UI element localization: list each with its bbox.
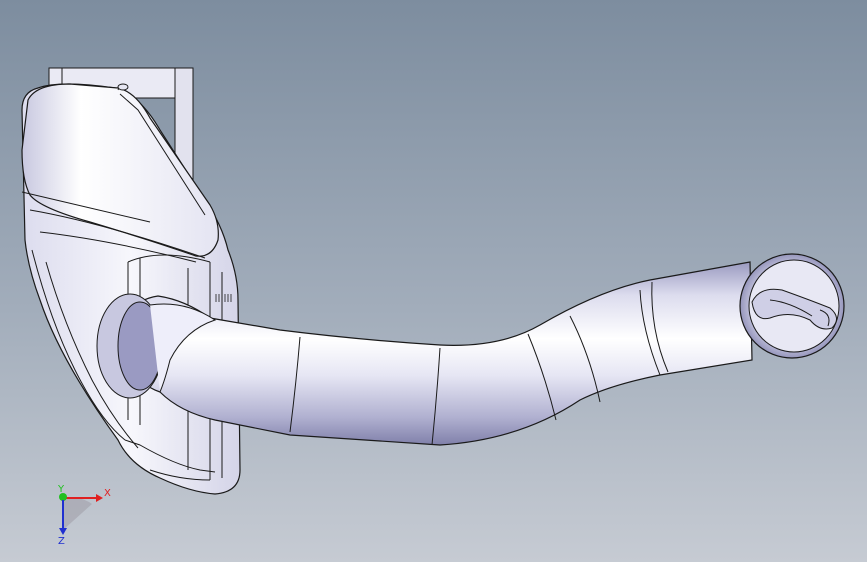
z-axis-arrow (59, 528, 67, 535)
flange-body[interactable] (21, 83, 241, 495)
3d-model-view[interactable] (0, 0, 867, 562)
x-axis-arrow (96, 494, 103, 502)
triad-shadow (63, 497, 92, 530)
z-axis-label: Z (58, 536, 65, 547)
x-axis-label: X (104, 488, 111, 499)
y-axis-label: Y (57, 484, 65, 495)
orientation-triad: X Y Z (57, 484, 111, 547)
graphics-viewport[interactable]: X Y Z (0, 0, 867, 562)
